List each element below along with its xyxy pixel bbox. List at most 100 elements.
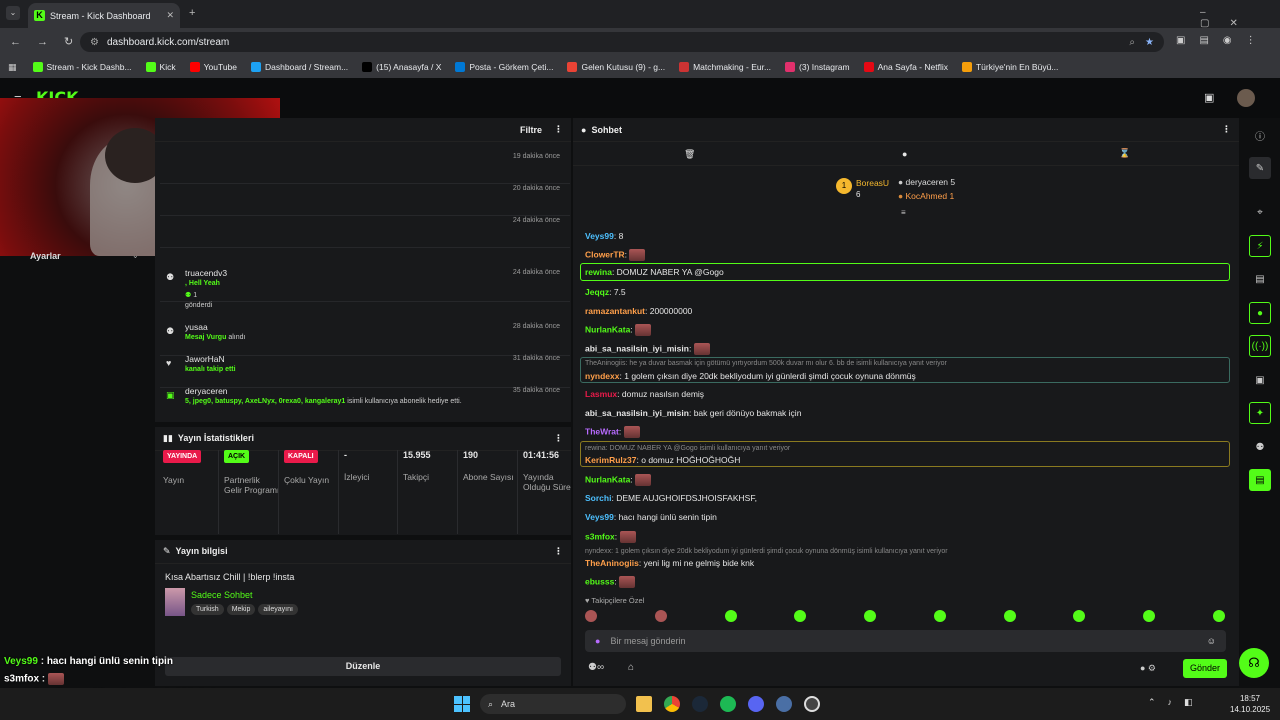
emote-icon[interactable] <box>794 610 807 622</box>
activity-user[interactable]: yusaa <box>185 322 208 332</box>
expand-leaderboard-icon[interactable]: ≡ <box>901 208 906 217</box>
zoom-icon[interactable]: ⌕ <box>1129 37 1135 48</box>
chat-username[interactable]: NurlanKata <box>585 324 630 334</box>
chat-settings-icons[interactable]: ● ⚙ <box>1140 663 1156 674</box>
file-explorer-icon[interactable] <box>636 696 652 712</box>
chat-input-box[interactable]: ● Bir mesaj gönderin ☺ <box>585 630 1226 652</box>
stream-tag[interactable]: aileyayını <box>258 604 298 615</box>
filter-button[interactable]: Filtre <box>520 125 542 135</box>
chat-username[interactable]: s3mfox <box>585 531 615 541</box>
chat-username[interactable]: ramazantankut <box>585 306 645 316</box>
discord-icon[interactable] <box>748 696 764 712</box>
leaderboard-first[interactable]: 1 BoreasU 6 <box>836 178 889 200</box>
apps-grid-icon[interactable]: ▦ <box>8 62 17 73</box>
obs-icon[interactable] <box>804 696 820 712</box>
bookmark-item[interactable]: (15) Anasayfa / X <box>356 62 447 72</box>
bookmark-item[interactable]: (3) Instagram <box>779 62 856 72</box>
steam-icon[interactable] <box>692 696 708 712</box>
document-icon[interactable]: ▤ <box>1249 268 1271 290</box>
chevron-down-icon[interactable]: ⌄ <box>132 251 139 260</box>
tray-icons[interactable]: ⌃♪◧ <box>1148 697 1205 708</box>
chat-username[interactable]: TheWrat <box>585 426 619 436</box>
tools-icon[interactable]: ✦ <box>1249 402 1271 424</box>
emote-icon[interactable] <box>1073 610 1086 622</box>
creator-icon[interactable]: ▣ <box>1204 91 1214 104</box>
edit-button[interactable]: Düzenle <box>165 657 561 676</box>
bus-icon[interactable]: ▣ <box>1249 369 1271 391</box>
emote-icon[interactable] <box>864 610 877 622</box>
microphone-icon[interactable]: ● <box>595 636 600 646</box>
bookmark-item[interactable]: Kick <box>140 62 182 72</box>
extension-icons[interactable]: ▣▤◉⋮ <box>1176 35 1270 46</box>
leaderboard-row[interactable]: ● KocAhmed 1 <box>898 191 954 201</box>
chat-username[interactable]: ClowerTR <box>585 249 625 259</box>
bookmark-item[interactable]: YouTube <box>184 62 243 72</box>
new-tab-icon[interactable]: + <box>189 7 195 19</box>
activity-user[interactable]: deryaceren <box>185 386 228 396</box>
user-avatar[interactable] <box>1237 89 1255 107</box>
bookmark-item[interactable]: Türkiye'nin En Büyü... <box>956 62 1064 72</box>
spotify-icon[interactable] <box>720 696 736 712</box>
send-button[interactable]: Gönder <box>1183 659 1227 678</box>
stream-tag[interactable]: Turkish <box>191 604 224 615</box>
points-menu-icon[interactable]: ⚉ <box>1249 436 1271 458</box>
sidebar-settings-label[interactable]: Ayarlar <box>30 251 61 261</box>
emote-icon[interactable] <box>724 610 737 622</box>
chat-username[interactable]: Veys99 <box>585 512 614 522</box>
chat-username[interactable]: TheAninogiis <box>585 558 639 568</box>
activity-menu-icon[interactable]: ⋮ <box>554 124 563 135</box>
chat-username[interactable]: ebusss <box>585 576 614 586</box>
emote-icon[interactable] <box>654 610 667 622</box>
chat-username[interactable]: NurlanKata <box>585 474 630 484</box>
taskbar-search[interactable]: ⌕ Ara <box>480 694 626 714</box>
activity-user[interactable]: JaworHaN <box>185 354 225 364</box>
bookmark-star-icon[interactable]: ★ <box>1145 37 1154 48</box>
chat-icon[interactable]: ● <box>1249 302 1271 324</box>
support-headset-icon[interactable]: ☊ <box>1239 648 1269 678</box>
emote-icon[interactable] <box>1212 610 1225 622</box>
store-icon[interactable]: ⌂ <box>628 662 634 673</box>
bot-icon[interactable]: ▤ <box>1249 469 1271 491</box>
info-icon[interactable]: ⓘ <box>1249 124 1271 146</box>
chat-username[interactable]: Lasmux <box>585 389 617 399</box>
bookmark-item[interactable]: Dashboard / Stream... <box>245 62 354 72</box>
focus-icon[interactable]: ⌖ <box>1249 201 1271 223</box>
pen-icon[interactable]: ✎ <box>1249 157 1271 179</box>
stats-menu-icon[interactable]: ⋮ <box>554 433 563 444</box>
tab-search-icon[interactable]: ⌄ <box>6 6 20 20</box>
omnibox[interactable]: ⚙ dashboard.kick.com/stream ⌕ ★ <box>80 32 1164 52</box>
bolt-icon[interactable]: ⚡ <box>1249 235 1271 257</box>
trash-icon[interactable]: 🗑 <box>684 149 695 160</box>
clock[interactable]: 18:57 14.10.2025 <box>1230 693 1270 715</box>
category-name[interactable]: Sadece Sohbet <box>191 590 253 600</box>
chat-username[interactable]: abi_sa_nasilsin_iyi_misin <box>585 408 689 418</box>
window-controls[interactable]: –▢✕ <box>1200 7 1280 29</box>
bookmark-item[interactable]: Ana Sayfa - Netflix <box>858 62 954 72</box>
chat-menu-icon[interactable]: ⋮ <box>1222 124 1231 135</box>
chat-username[interactable]: Veys99 <box>585 231 614 241</box>
app-icon[interactable] <box>776 696 792 712</box>
bookmark-item[interactable]: Posta - Görkem Çeti... <box>449 62 559 72</box>
chrome-icon[interactable] <box>664 696 680 712</box>
windows-start-icon[interactable] <box>454 696 470 712</box>
chat-username[interactable]: abi_sa_nasilsin_iyi_misin <box>585 343 689 353</box>
bookmark-item[interactable]: Matchmaking - Eur... <box>673 62 777 72</box>
chat-username[interactable]: Jeqqz <box>585 287 609 297</box>
emote-icon[interactable] <box>1143 610 1156 622</box>
hourglass-icon[interactable]: ⌛ <box>1119 148 1130 159</box>
close-tab-icon[interactable]: ✕ <box>166 10 174 21</box>
nav-buttons[interactable]: ←→↻ <box>10 35 89 48</box>
chat-username[interactable]: Sorchi <box>585 493 611 503</box>
broadcast-icon[interactable]: ((·)) <box>1249 335 1271 357</box>
emote-icon[interactable] <box>585 610 597 622</box>
bookmark-item[interactable]: Stream - Kick Dashb... <box>27 62 138 72</box>
emote-icon[interactable] <box>933 610 946 622</box>
leaderboard-row[interactable]: ● deryaceren 5 <box>898 177 955 187</box>
points-icon[interactable]: ⚉∞ <box>588 662 604 673</box>
tab-kick-dashboard[interactable]: K Stream - Kick Dashboard ✕ <box>28 3 180 28</box>
chat-mode-icon[interactable]: ● <box>902 149 907 159</box>
info-menu-icon[interactable]: ⋮ <box>554 546 563 557</box>
bookmark-item[interactable]: Gelen Kutusu (9) - g... <box>561 62 671 72</box>
emote-icon[interactable] <box>1003 610 1016 622</box>
site-info-icon[interactable]: ⚙ <box>90 37 99 48</box>
